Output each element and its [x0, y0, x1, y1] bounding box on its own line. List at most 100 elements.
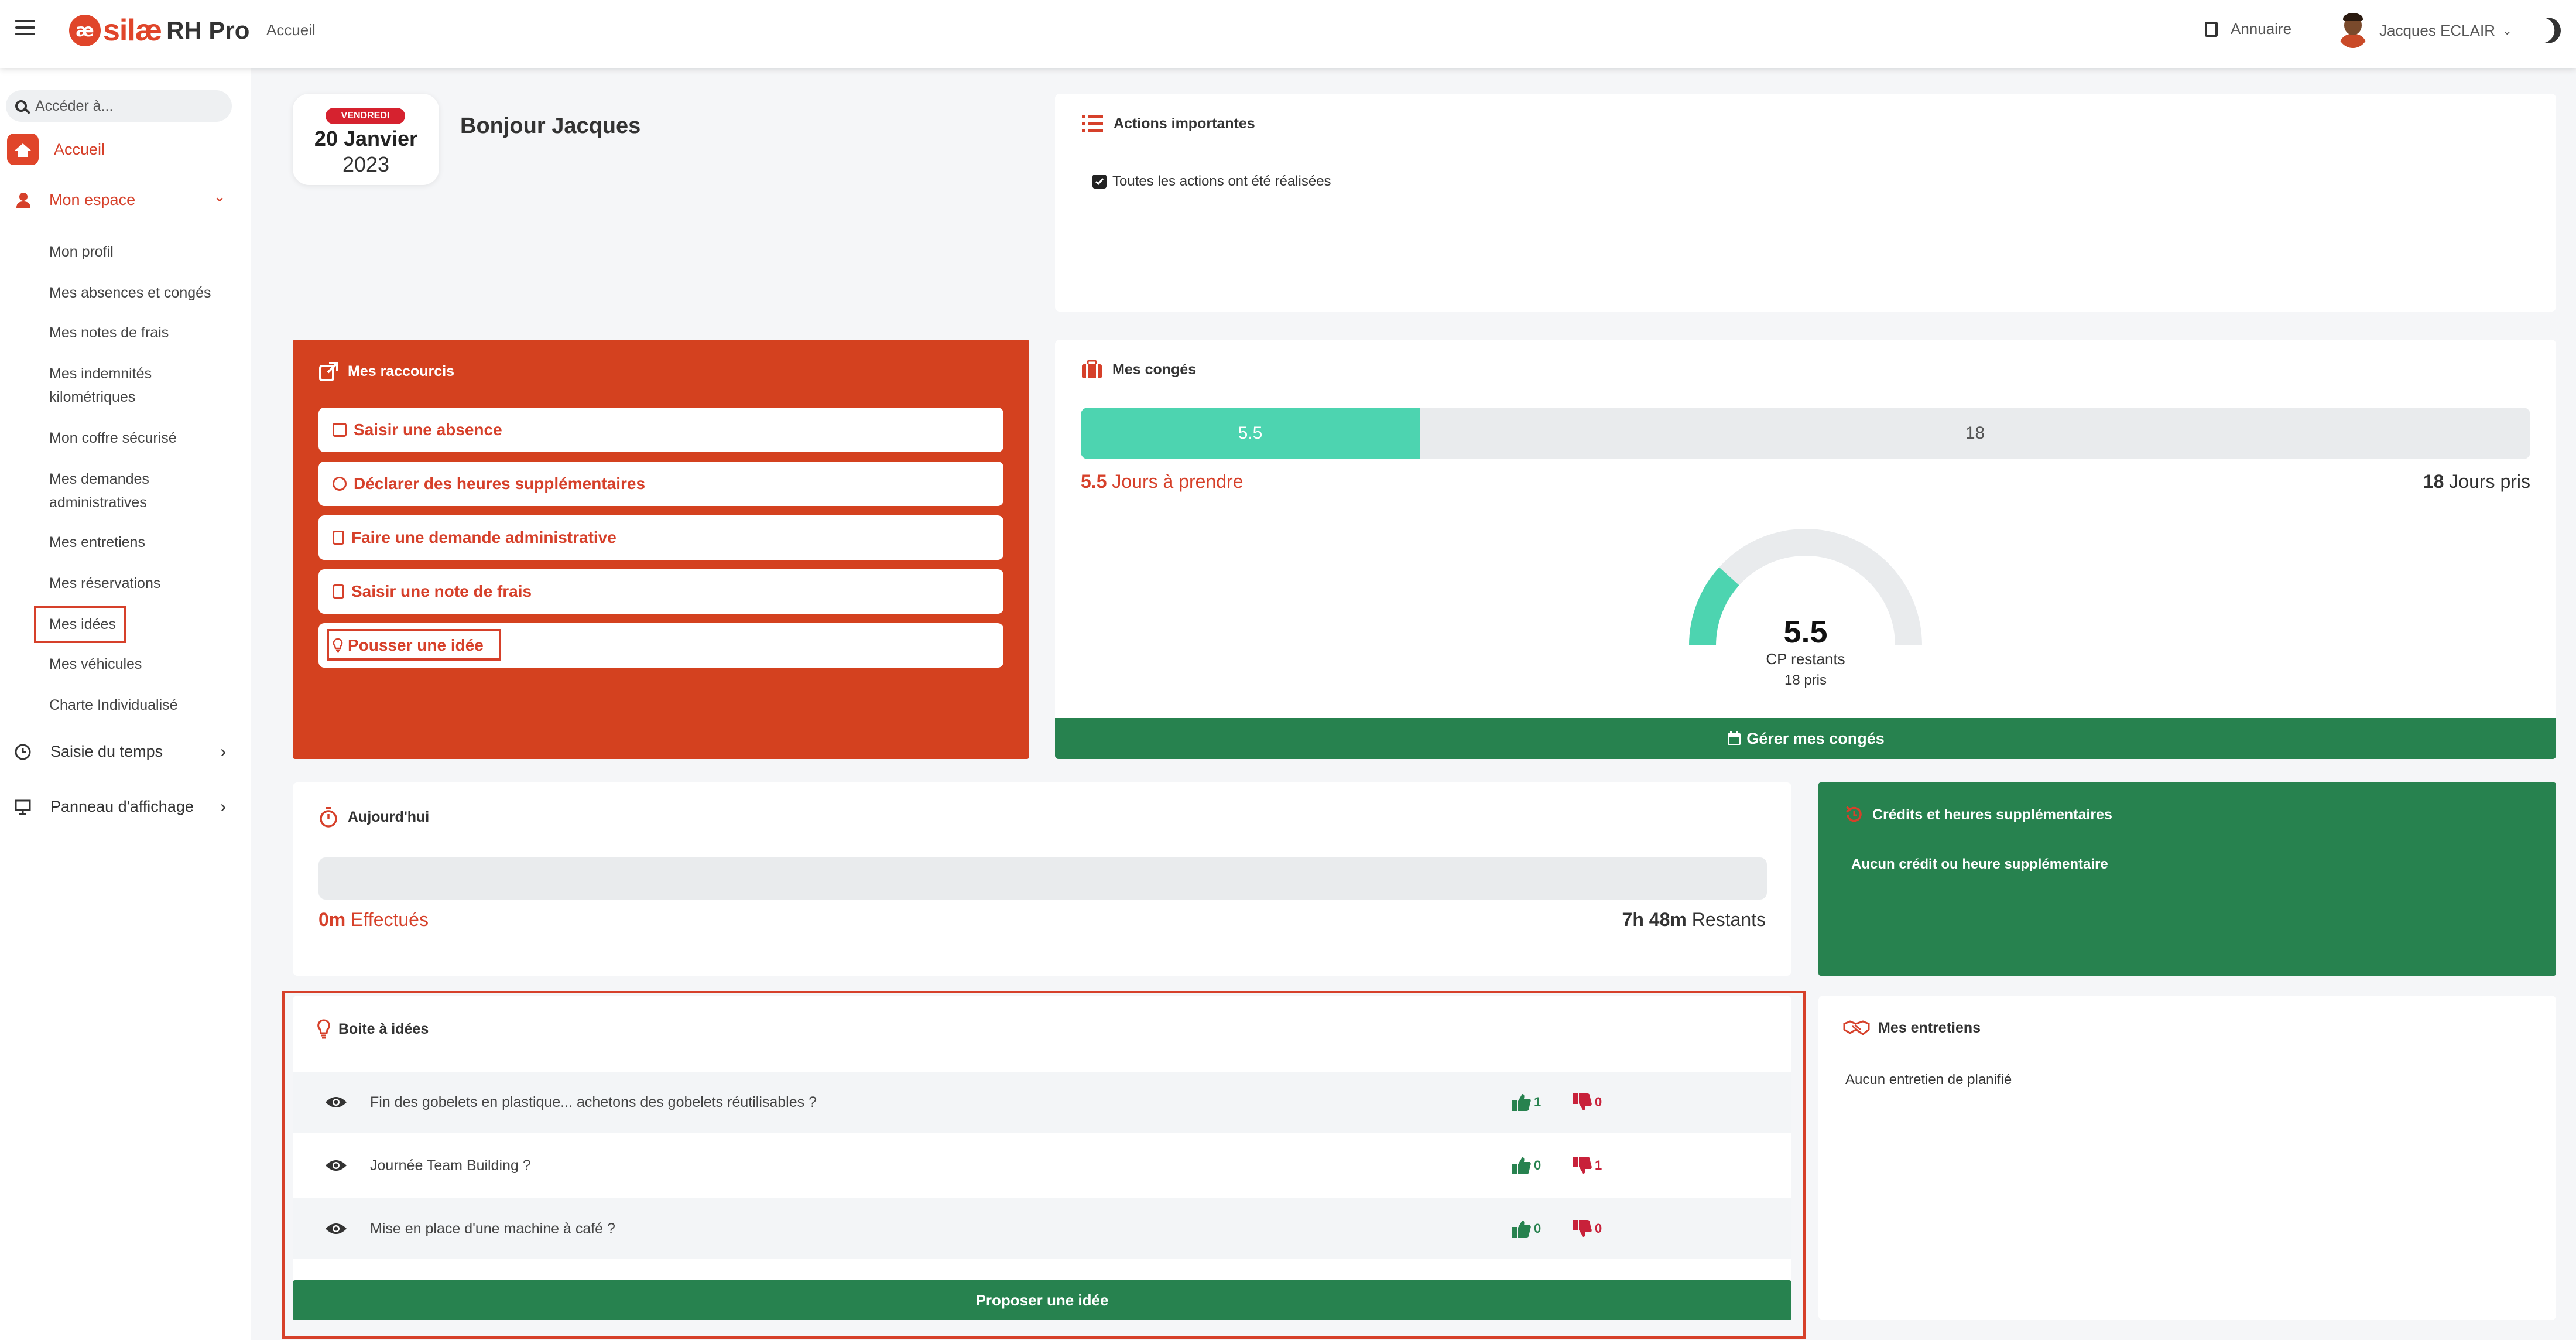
card-title-text: Boite à idées: [338, 1020, 429, 1037]
logo-suffix: RH Pro: [166, 16, 250, 44]
button-label: Gérer mes congés: [1746, 729, 1885, 747]
credits-title: Crédits et heures supplémentaires: [1844, 805, 2112, 825]
dark-mode-icon[interactable]: [2532, 14, 2564, 47]
conges-remaining-segment: 5.5: [1081, 408, 1420, 459]
propose-idea-button[interactable]: Proposer une idée: [293, 1280, 1791, 1320]
conges-taken-segment: 18: [1965, 423, 1985, 443]
eye-icon[interactable]: [324, 1222, 348, 1236]
shortcuts-card: Mes raccourcis Saisir une absence Déclar…: [293, 340, 1029, 759]
sidebar-subitem-entretiens[interactable]: Mes entretiens: [49, 531, 145, 554]
sidebar-subitem-demandes[interactable]: Mes demandes: [49, 467, 149, 491]
upvote-count: 0: [1534, 1158, 1542, 1172]
thumbs-up-icon: [1512, 1221, 1531, 1238]
taken-value: 18: [2423, 471, 2444, 492]
chevron-right-icon: ›: [220, 797, 226, 816]
all-actions-done-row: Toutes les actions ont été réalisées: [1092, 173, 1331, 190]
conges-card: Mes congés 5.5 18 5.5 Jours à prendre 18…: [1055, 340, 2556, 759]
user-icon: [16, 192, 30, 208]
idea-text: Mise en place d'une machine à café ?: [370, 1220, 615, 1237]
thumbs-down-icon: [1573, 1093, 1592, 1110]
shortcuts-title: Mes raccourcis: [318, 361, 454, 382]
user-menu[interactable]: Jacques ECLAIR ⌄: [2337, 13, 2512, 48]
sidebar-item-accueil[interactable]: Accueil: [0, 134, 105, 165]
hamburger-menu-icon[interactable]: [15, 20, 35, 35]
downvote-count: 0: [1595, 1095, 1602, 1109]
eye-icon[interactable]: [324, 1095, 348, 1109]
upvote-button[interactable]: 1: [1512, 1093, 1541, 1112]
sidebar-item-label: Mon espace: [49, 191, 136, 208]
remaining-label: Restants: [1691, 909, 1766, 930]
sidebar-subitem-notes-frais[interactable]: Mes notes de frais: [49, 321, 169, 344]
sidebar-item-label: Panneau d'affichage: [50, 798, 194, 815]
sidebar-item-panneau[interactable]: Panneau d'affichage ›: [14, 797, 226, 816]
manage-conges-button[interactable]: Gérer mes congés: [1055, 718, 2556, 759]
downvote-button[interactable]: 0: [1573, 1093, 1602, 1112]
thumbs-down-icon: [1573, 1220, 1592, 1237]
upvote-button[interactable]: 0: [1512, 1219, 1541, 1238]
shortcut-label: Faire une demande administrative: [351, 528, 616, 546]
eye-icon[interactable]: [324, 1158, 348, 1172]
actions-card: Actions importantes Toutes les actions o…: [1055, 94, 2556, 312]
checkbox[interactable]: [1092, 175, 1107, 189]
shortcut-pousser-idee[interactable]: Pousser une idée: [318, 623, 1003, 668]
sidebar-subitem-indemnites-2[interactable]: kilométriques: [49, 385, 135, 409]
shortcut-saisir-absence[interactable]: Saisir une absence: [318, 408, 1003, 452]
sidebar-item-saisie-temps[interactable]: Saisie du temps ›: [14, 742, 226, 761]
sidebar-subitem-charte[interactable]: Charte Individualisé: [49, 693, 178, 717]
shortcut-demande-admin[interactable]: Faire une demande administrative: [318, 515, 1003, 560]
shortcut-heures-sup[interactable]: Déclarer des heures supplémentaires: [318, 462, 1003, 506]
gauge-sub: 18 pris: [1784, 672, 1827, 688]
sidebar-subitem-profil[interactable]: Mon profil: [49, 240, 114, 264]
sidebar-subitem-coffre[interactable]: Mon coffre sécurisé: [49, 426, 177, 450]
idea-text: Journée Team Building ?: [370, 1157, 531, 1174]
shortcut-note-frais[interactable]: Saisir une note de frais: [318, 569, 1003, 614]
search-input[interactable]: Accéder à...: [6, 90, 232, 122]
shortcut-label: Saisir une note de frais: [351, 582, 532, 600]
idea-row[interactable]: Fin des gobelets en plastique... acheton…: [293, 1072, 1791, 1133]
entretiens-card: Mes entretiens Aucun entretien de planif…: [1818, 996, 2556, 1320]
today-remaining-text: 7h 48m Restants: [1622, 909, 1766, 931]
document-icon: [333, 531, 344, 545]
sidebar-item-mon-espace[interactable]: Mon espace ⌄: [15, 187, 226, 209]
breadcrumb[interactable]: Accueil: [266, 21, 316, 39]
user-name: Jacques ECLAIR: [2379, 21, 2495, 39]
app-logo[interactable]: æ silæ RH Pro: [69, 13, 249, 48]
remaining-value: 7h 48m: [1622, 909, 1687, 930]
conges-remaining-text: 5.5 Jours à prendre: [1081, 471, 1244, 493]
conges-taken-text: 18 Jours pris: [2423, 471, 2530, 493]
annuaire-link[interactable]: Annuaire: [2205, 20, 2291, 38]
card-title-text: Crédits et heures supplémentaires: [1872, 806, 2112, 823]
sidebar: Accéder à... Accueil Mon espace ⌄ Mon pr…: [0, 68, 251, 1340]
idea-row[interactable]: Journée Team Building ? 0 1: [293, 1135, 1791, 1196]
directory-icon: [2205, 21, 2218, 37]
sidebar-subitem-vehicules[interactable]: Mes véhicules: [49, 652, 142, 676]
downvote-button[interactable]: 0: [1573, 1219, 1602, 1238]
sidebar-subitem-indemnites[interactable]: Mes indemnités: [49, 362, 152, 385]
downvote-count: 1: [1595, 1158, 1602, 1172]
date-year: 2023: [342, 152, 390, 176]
checkbox-label: Toutes les actions ont été réalisées: [1112, 173, 1331, 189]
check-icon: [1095, 178, 1104, 186]
done-value: 0m: [318, 909, 346, 930]
sidebar-item-label: Accueil: [54, 140, 105, 158]
sidebar-subitem-reservations[interactable]: Mes réservations: [49, 572, 160, 595]
card-title-text: Mes entretiens: [1878, 1019, 1981, 1036]
conges-title: Mes congés: [1081, 360, 1196, 380]
annuaire-label: Annuaire: [2231, 20, 2292, 37]
handshake-icon: [1843, 1020, 1870, 1035]
ideas-card: Boite à idées Fin des gobelets en plasti…: [293, 996, 1791, 1320]
sidebar-subitem-idees[interactable]: Mes idées: [49, 613, 116, 636]
sidebar-subitem-demandes-2[interactable]: administratives: [49, 491, 147, 514]
upvote-button[interactable]: 0: [1512, 1156, 1541, 1175]
sidebar-item-label: Saisie du temps: [50, 743, 163, 760]
idea-row[interactable]: Mise en place d'une machine à café ? 0 0: [293, 1198, 1791, 1259]
downvote-button[interactable]: 1: [1573, 1156, 1602, 1175]
card-title-text: Aujourd'hui: [348, 808, 430, 825]
shortcut-label: Saisir une absence: [354, 421, 502, 439]
sidebar-subitem-absences[interactable]: Mes absences et congés: [49, 281, 211, 305]
thumbs-down-icon: [1573, 1157, 1592, 1174]
highlight-box: [327, 629, 501, 661]
search-placeholder: Accéder à...: [35, 97, 114, 114]
conges-progress-bar: 5.5 18: [1081, 408, 2530, 459]
external-link-icon: [319, 362, 338, 381]
